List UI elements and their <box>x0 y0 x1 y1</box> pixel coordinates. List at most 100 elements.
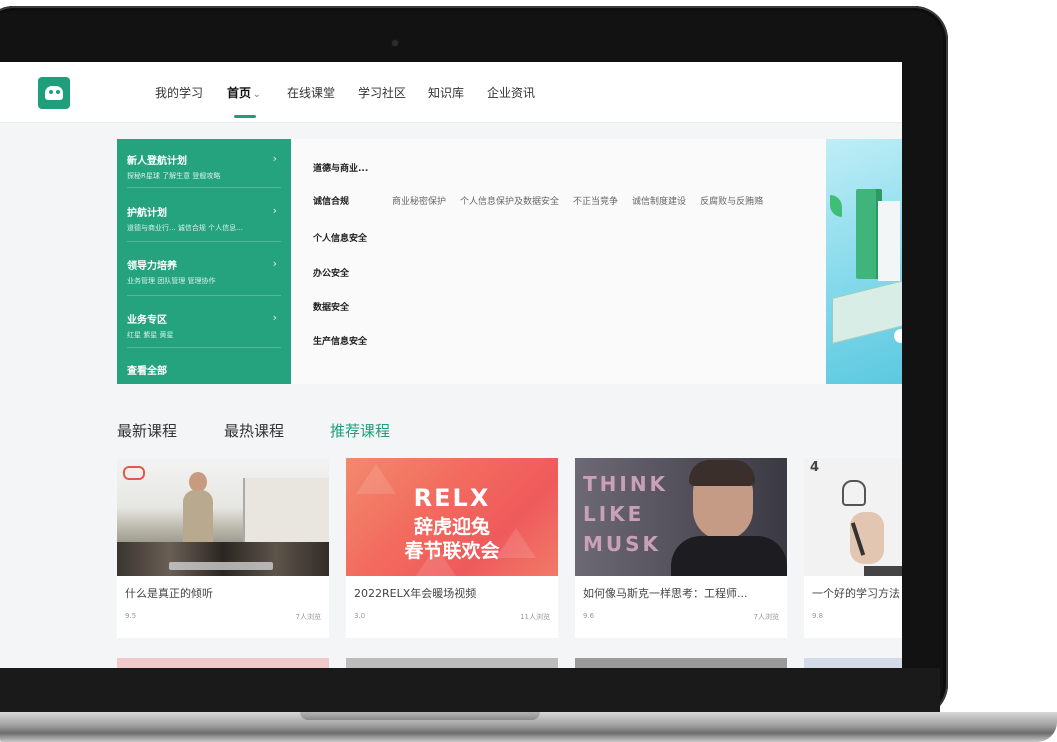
nav-home-label: 首页 <box>227 86 252 100</box>
subcategory-tag[interactable]: 商业秘密保护 <box>392 197 446 207</box>
thumbnail-text: LIKE <box>583 502 645 526</box>
chevron-right-icon: › <box>272 152 277 165</box>
screen: 我的学习 首页 ⌄ 在线课堂 学习社区 知识库 企业资讯 新人登航计划 探秘R星球… <box>0 62 902 668</box>
channel-logo <box>123 466 145 480</box>
book-illustration <box>878 201 900 281</box>
label-strip <box>864 566 902 576</box>
logo-head <box>45 86 63 100</box>
board-illustration <box>832 280 902 344</box>
logo-eye <box>56 90 60 94</box>
subcategory-item[interactable]: 个人信息安全 <box>313 231 367 244</box>
course-rating: 9.5 <box>125 612 137 620</box>
thumbnail-text: 辞虎迎兔 <box>413 516 490 538</box>
leaf-illustration <box>830 195 842 217</box>
category-title: 护航计划 <box>127 208 167 219</box>
chevron-right-icon: › <box>272 257 277 270</box>
tab-hottest[interactable]: 最热课程 <box>224 420 284 441</box>
nav-enterprise-news[interactable]: 企业资讯 <box>487 84 535 101</box>
subcategory-item[interactable]: 诚信合规 <box>313 194 349 207</box>
camera-icon <box>392 40 398 46</box>
category-subtitle: 红星 紫星 黄星 <box>127 331 174 339</box>
course-thumbnail <box>117 458 329 576</box>
portrait-body <box>671 536 787 576</box>
course-card[interactable]: 什么是真正的倾听 9.5 7人浏览 <box>117 458 329 638</box>
course-rating: 3.0 <box>354 612 366 620</box>
thumbnail-text: MUSK <box>583 532 662 556</box>
logo-eye <box>49 90 53 94</box>
course-card[interactable]: THINK LIKE MUSK 如何像马斯克一样思考：工程师... 9.6 7人… <box>575 458 787 638</box>
logo-icon[interactable] <box>38 77 70 109</box>
course-title: 2022RELX年会暖场视频 <box>354 587 477 600</box>
divider <box>127 241 281 242</box>
course-title: 如何像马斯克一样思考：工程师... <box>583 587 748 600</box>
category-title: 业务专区 <box>127 315 167 326</box>
course-thumbnail: 4 <box>804 458 902 576</box>
subcategory-tags: 商业秘密保护 个人信息保护及数据安全 不正当竞争 诚信制度建设 反腐败与反贿赂 <box>392 194 777 207</box>
course-thumbnail: THINK LIKE MUSK <box>575 458 787 576</box>
subcategory-tag[interactable]: 个人信息保护及数据安全 <box>460 197 559 207</box>
nav-home[interactable]: 首页 ⌄ <box>227 84 261 101</box>
top-navigation: 我的学习 首页 ⌄ 在线课堂 学习社区 知识库 企业资讯 <box>0 62 902 123</box>
portrait-hair <box>689 460 755 486</box>
course-card-peek <box>804 658 902 668</box>
laptop-notch <box>300 712 540 720</box>
divider <box>127 187 281 188</box>
course-rating: 9.6 <box>583 612 595 620</box>
thumbnail-text: THINK <box>583 472 669 496</box>
nav-community[interactable]: 学习社区 <box>358 84 406 101</box>
subcategory-tag[interactable]: 诚信制度建设 <box>632 197 686 207</box>
category-item[interactable]: 新人登航计划 探秘R星球 了解生意 登舰攻略 › <box>127 152 287 181</box>
subcategory-item[interactable]: 办公安全 <box>313 266 349 279</box>
speaker-head <box>189 472 207 492</box>
course-card-peek <box>575 658 787 668</box>
course-card[interactable]: RELX 辞虎迎兔 春节联欢会 2022RELX年会暖场视频 3.0 11人浏览 <box>346 458 558 638</box>
category-menu: 新人登航计划 探秘R星球 了解生意 登舰攻略 › 护航计划 道德与商业行... … <box>117 139 291 384</box>
course-card[interactable]: 4 一个好的学习方法 9.8 <box>804 458 902 638</box>
category-item[interactable]: 业务专区 红星 紫星 黄星 › <box>127 311 287 340</box>
promo-banner[interactable] <box>826 139 902 384</box>
screen-bottom-bezel <box>0 668 940 712</box>
course-card-peek <box>117 658 329 668</box>
divider <box>127 347 281 348</box>
chevron-right-icon: › <box>272 204 277 217</box>
tab-recommended[interactable]: 推荐课程 <box>330 420 390 441</box>
nav-knowledge-base[interactable]: 知识库 <box>428 84 464 101</box>
see-all-link[interactable]: 查看全部 <box>127 362 167 377</box>
tab-latest[interactable]: 最新课程 <box>117 420 177 441</box>
course-views: 11人浏览 <box>520 613 550 621</box>
course-views: 7人浏览 <box>753 613 779 621</box>
carousel-dot[interactable] <box>894 329 902 343</box>
whiteboard <box>243 478 329 548</box>
category-title: 新人登航计划 <box>127 156 187 167</box>
subcategory-item[interactable]: 道德与商业... <box>313 161 368 174</box>
category-subtitle: 业务管理 团队管理 管理协作 <box>127 277 216 285</box>
category-title: 领导力培养 <box>127 261 177 272</box>
thumbnail-text: 春节联欢会 <box>404 540 500 562</box>
laptop-frame: 我的学习 首页 ⌄ 在线课堂 学习社区 知识库 企业资讯 新人登航计划 探秘R星球… <box>0 0 1057 742</box>
course-views: 7人浏览 <box>295 613 321 621</box>
course-title: 什么是真正的倾听 <box>125 587 213 600</box>
nav-my-learning[interactable]: 我的学习 <box>155 84 203 101</box>
doodle-illustration <box>842 480 866 506</box>
thumbnail-number: 4 <box>810 460 820 475</box>
course-card-peek <box>346 658 558 668</box>
category-item[interactable]: 领导力培养 业务管理 团队管理 管理协作 › <box>127 257 287 286</box>
course-title: 一个好的学习方法 <box>812 587 900 600</box>
active-nav-indicator <box>234 115 256 118</box>
course-rating: 9.8 <box>812 612 824 620</box>
course-thumbnail: RELX 辞虎迎兔 春节联欢会 <box>346 458 558 576</box>
divider <box>127 295 281 296</box>
thumbnail-text: RELX <box>413 484 491 512</box>
nav-online-class[interactable]: 在线课堂 <box>287 84 335 101</box>
audience <box>117 542 329 576</box>
subcategory-item[interactable]: 数据安全 <box>313 300 349 313</box>
subcategory-item[interactable]: 生产信息安全 <box>313 334 367 347</box>
chevron-right-icon: › <box>272 311 277 324</box>
video-caption <box>169 562 273 570</box>
category-subtitle: 道德与商业行... 诚信合规 个人信息... <box>127 224 243 232</box>
category-item[interactable]: 护航计划 道德与商业行... 诚信合规 个人信息... › <box>127 204 287 233</box>
category-subtitle: 探秘R星球 了解生意 登舰攻略 <box>127 172 221 180</box>
subcategory-tag[interactable]: 不正当竞争 <box>573 197 618 207</box>
chevron-down-icon: ⌄ <box>253 90 261 100</box>
subcategory-tag[interactable]: 反腐败与反贿赂 <box>700 197 763 207</box>
